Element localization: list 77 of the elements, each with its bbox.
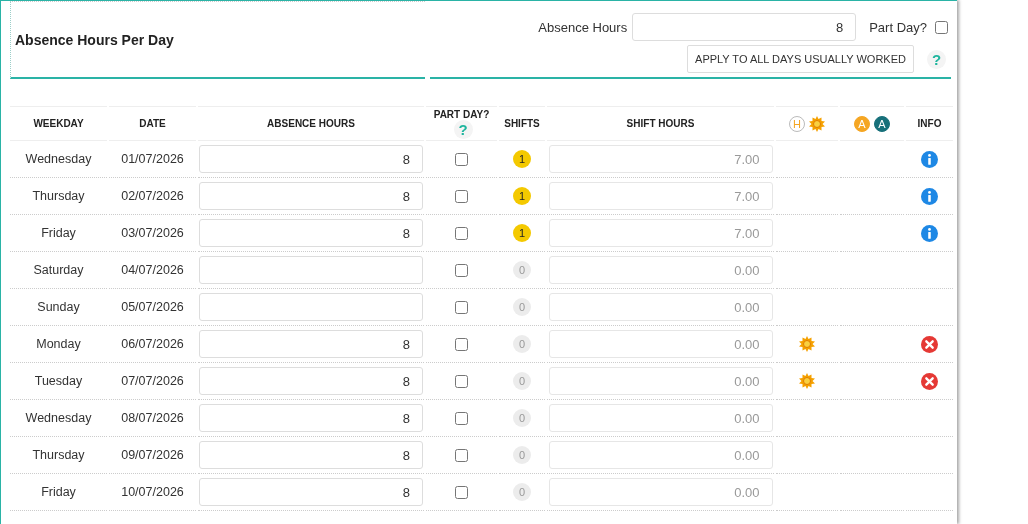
date-cell: 10/07/2026 — [121, 485, 184, 499]
absence-hours-input[interactable]: 8 — [199, 330, 423, 358]
letter-badge: A — [854, 115, 870, 132]
absence-hours-input[interactable] — [199, 293, 423, 321]
shift-hours-field: 0.00 — [548, 330, 773, 358]
absence-hours-input[interactable]: 8 — [199, 219, 423, 247]
part-day-checkbox[interactable] — [455, 300, 468, 314]
shift-count-badge[interactable]: 1 — [513, 187, 531, 205]
absence-hours-input[interactable] — [199, 256, 423, 284]
shift-count-badge[interactable]: 1 — [513, 150, 531, 168]
weekday-cell: Tuesday — [34, 374, 83, 388]
absence-hours-input[interactable]: 8 — [199, 145, 423, 173]
weekday-cell: Sunday — [37, 300, 80, 314]
shift-hours-field: 0.00 — [548, 441, 773, 469]
date-cell: 02/07/2026 — [121, 189, 184, 203]
column-header: SHIFTS — [504, 118, 540, 129]
shift-hours-field: 0.00 — [548, 367, 773, 395]
part-day-checkbox[interactable] — [455, 374, 468, 388]
sun-icon — [799, 336, 815, 352]
part-day-checkbox[interactable] — [455, 411, 468, 425]
letter-badge: A — [874, 115, 890, 132]
column-header: ABSENCE HOURS — [267, 118, 355, 129]
part-day-checkbox[interactable] — [455, 448, 468, 462]
weekday-cell: Friday — [41, 226, 76, 240]
sun-icon — [809, 115, 825, 132]
info-icon[interactable] — [921, 150, 938, 168]
weekday-cell: Wednesday — [25, 152, 92, 166]
weekday-cell: Thursday — [32, 448, 85, 462]
shift-hours-field: 0.00 — [548, 256, 773, 284]
info-icon[interactable] — [921, 224, 938, 242]
date-cell: 08/07/2026 — [121, 411, 184, 425]
error-icon[interactable] — [921, 335, 938, 353]
date-cell: 09/07/2026 — [121, 448, 184, 462]
date-cell: 05/07/2026 — [121, 300, 184, 314]
info-icon[interactable] — [921, 187, 938, 205]
shift-hours-field: 7.00 — [548, 145, 773, 173]
date-cell: 04/07/2026 — [121, 263, 184, 277]
weekday-cell: Thursday — [32, 189, 85, 203]
part-day-checkbox[interactable] — [455, 263, 468, 277]
part-day-checkbox[interactable] — [455, 337, 468, 351]
column-header: SHIFT HOURS — [626, 118, 695, 129]
absence-hours-input[interactable]: 8 — [199, 182, 423, 210]
weekday-cell: Friday — [41, 485, 76, 499]
panel-title: Absence Hours Per Day — [15, 31, 174, 48]
shift-hours-field: 7.00 — [548, 182, 773, 210]
letter-badge: H — [789, 115, 805, 132]
absence-hours-input[interactable]: 8 — [199, 367, 423, 395]
part-day-checkbox[interactable] — [935, 20, 948, 34]
part-day-checkbox[interactable] — [455, 485, 468, 499]
column-header: PART DAY? — [433, 108, 490, 120]
absence-hours-input[interactable]: 8 — [199, 404, 423, 432]
absence-hours-field[interactable]: 8 — [632, 13, 857, 41]
absence-hours-input[interactable]: 8 — [199, 441, 423, 469]
sun-icon — [799, 373, 815, 389]
field-label: Part Day? — [869, 19, 927, 35]
shift-hours-field: 0.00 — [548, 478, 773, 506]
date-cell: 03/07/2026 — [121, 226, 184, 240]
weekday-cell: Monday — [36, 337, 81, 351]
date-cell: 07/07/2026 — [121, 374, 184, 388]
column-header: INFO — [917, 118, 942, 129]
weekday-cell: Saturday — [33, 263, 84, 277]
part-day-checkbox[interactable] — [455, 226, 468, 240]
part-day-checkbox[interactable] — [455, 189, 468, 203]
date-cell: 06/07/2026 — [121, 337, 184, 351]
shift-hours-field: 0.00 — [548, 293, 773, 321]
date-cell: 01/07/2026 — [121, 152, 184, 166]
weekday-cell: Wednesday — [25, 411, 92, 425]
shift-count-badge[interactable]: 1 — [513, 224, 531, 242]
shift-hours-field: 7.00 — [548, 219, 773, 247]
apply-button[interactable]: APPLY TO ALL DAYS USUALLY WORKED — [687, 45, 914, 73]
absence-hours-input[interactable]: 8 — [199, 478, 423, 506]
column-header: DATE — [139, 118, 166, 129]
field-label: Absence Hours — [538, 19, 628, 35]
part-day-checkbox[interactable] — [455, 152, 468, 166]
column-header: WEEKDAY — [33, 118, 84, 129]
error-icon[interactable] — [921, 372, 938, 390]
shift-hours-field: 0.00 — [548, 404, 773, 432]
